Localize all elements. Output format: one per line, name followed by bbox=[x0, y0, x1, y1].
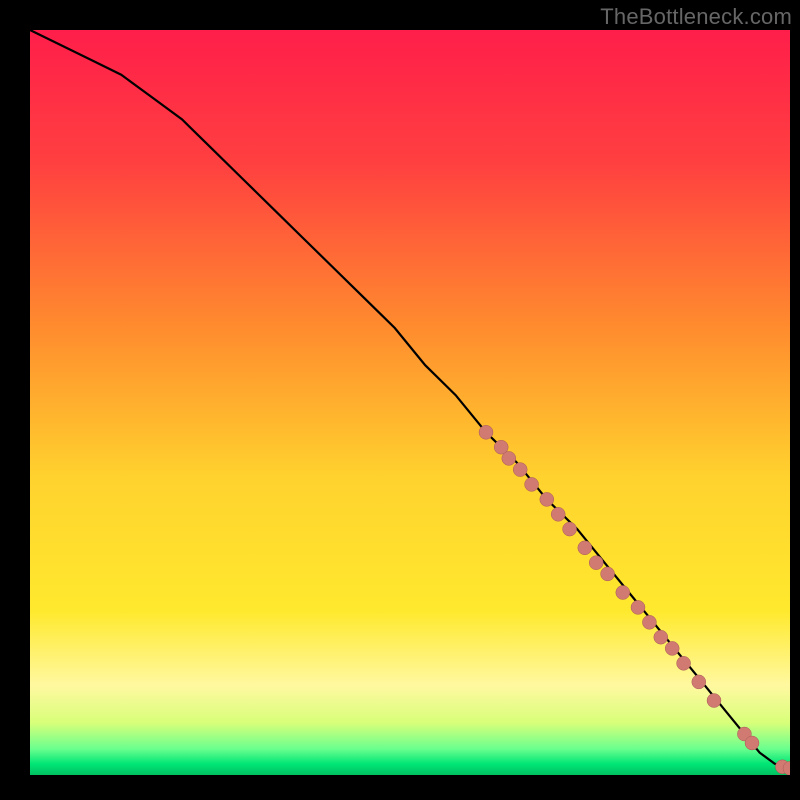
data-marker bbox=[677, 656, 691, 670]
chart-stage: TheBottleneck.com bbox=[0, 0, 800, 800]
data-marker bbox=[563, 522, 577, 536]
bottleneck-chart bbox=[30, 30, 790, 775]
data-marker bbox=[589, 556, 603, 570]
gradient-background bbox=[30, 30, 790, 775]
data-marker bbox=[616, 586, 630, 600]
data-marker bbox=[745, 736, 759, 750]
data-marker bbox=[525, 477, 539, 491]
data-marker bbox=[551, 507, 565, 521]
data-marker bbox=[642, 615, 656, 629]
data-marker bbox=[631, 600, 645, 614]
data-marker bbox=[601, 567, 615, 581]
data-marker bbox=[540, 492, 554, 506]
data-marker bbox=[654, 630, 668, 644]
data-marker bbox=[665, 641, 679, 655]
data-marker bbox=[479, 425, 493, 439]
data-marker bbox=[578, 541, 592, 555]
watermark-text: TheBottleneck.com bbox=[600, 4, 792, 30]
data-marker bbox=[513, 463, 527, 477]
data-marker bbox=[502, 451, 516, 465]
data-marker bbox=[692, 675, 706, 689]
data-marker bbox=[707, 694, 721, 708]
